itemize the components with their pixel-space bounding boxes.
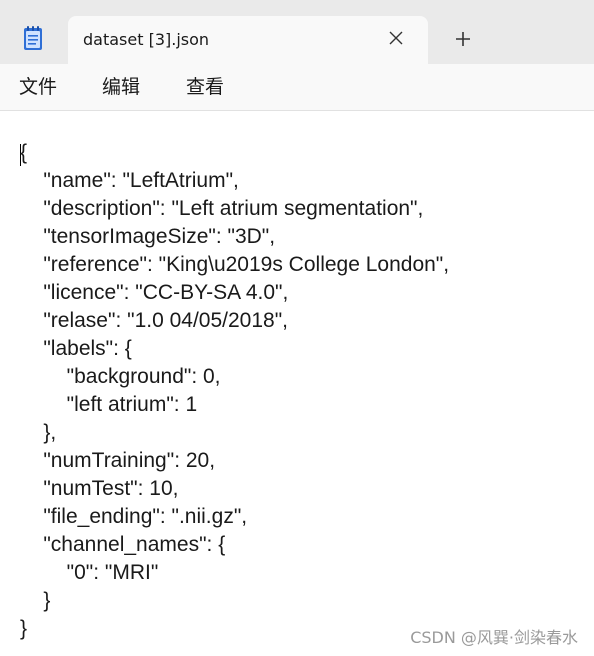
tab-title: dataset [3].json [83, 30, 210, 49]
code-line: "numTraining": 20, [20, 449, 216, 472]
code-line: "relase": "1.0 04/05/2018", [20, 309, 288, 332]
code-line: "reference": "King\u2019s College London… [20, 253, 450, 276]
code-line: "tensorImageSize": "3D", [20, 225, 276, 248]
text-editor[interactable]: { "name": "LeftAtrium", "description": "… [0, 111, 594, 656]
code-line: "channel_names": { [20, 533, 226, 556]
code-line: "0": "MRI" [20, 561, 159, 584]
code-line: { [20, 141, 28, 164]
code-line: "description": "Left atrium segmentation… [20, 197, 424, 220]
code-line: } [20, 617, 28, 640]
title-bar: dataset [3].json [0, 0, 594, 64]
code-line: } [20, 589, 51, 612]
code-line: "left atrium": 1 [20, 393, 198, 416]
code-line: "background": 0, [20, 365, 221, 388]
code-line: "licence": "CC-BY-SA 4.0", [20, 281, 289, 304]
menu-view[interactable]: 查看 [186, 75, 224, 99]
tab-dataset-json[interactable]: dataset [3].json [68, 16, 428, 64]
watermark: CSDN @风巽·剑染春水 [410, 628, 578, 647]
notepad-window: dataset [3].json 文件 编辑 查看 { "name": "Lef… [0, 0, 594, 656]
notepad-icon [24, 26, 42, 50]
menu-edit[interactable]: 编辑 [102, 75, 140, 99]
code-line: "labels": { [20, 337, 132, 360]
code-line: "numTest": 10, [20, 477, 179, 500]
code-line: "name": "LeftAtrium", [20, 169, 239, 192]
document-content: { "name": "LeftAtrium", "description": "… [20, 139, 449, 643]
code-line: "file_ending": ".nii.gz", [20, 505, 248, 528]
close-icon[interactable] [388, 30, 404, 46]
menu-file[interactable]: 文件 [19, 75, 57, 99]
new-tab-icon[interactable] [454, 30, 472, 48]
menu-bar: 文件 编辑 查看 [0, 64, 594, 111]
code-line: }, [20, 421, 57, 444]
